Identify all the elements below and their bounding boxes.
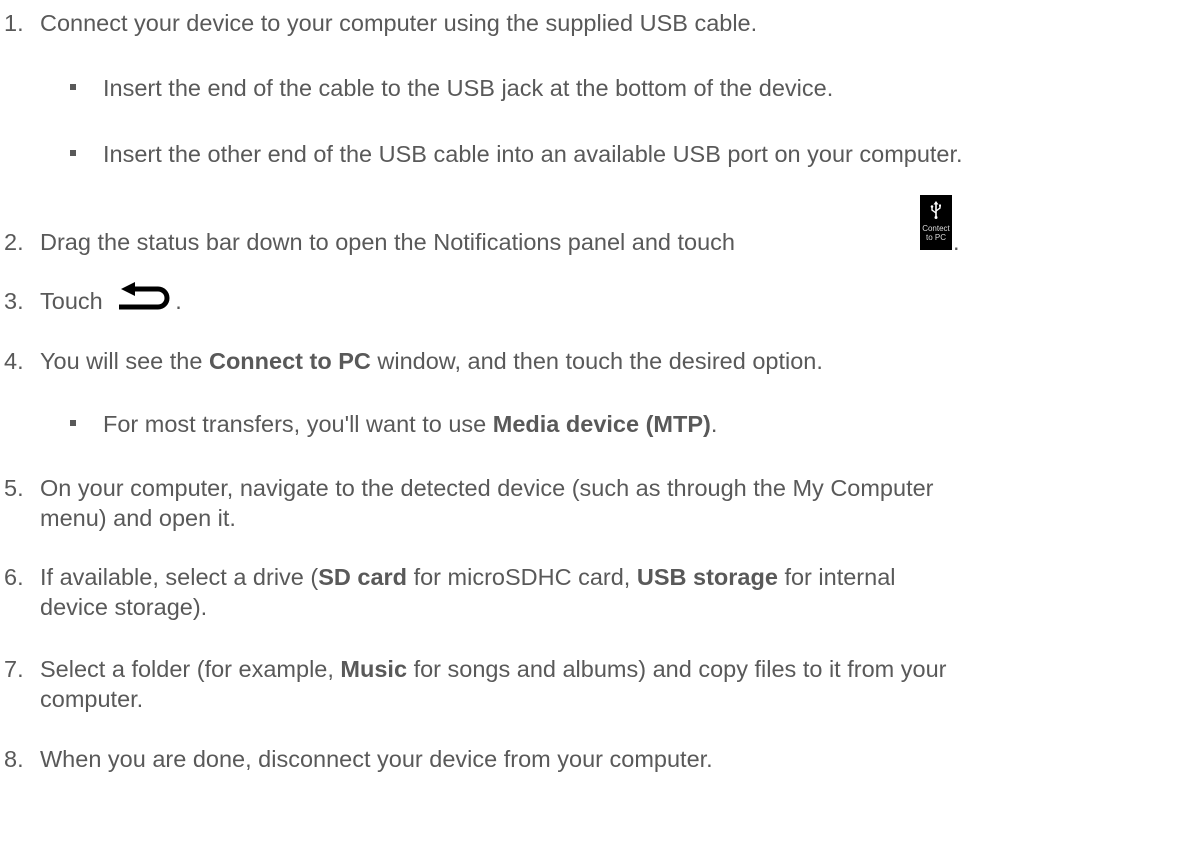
bullet-square-icon [70, 84, 76, 90]
step-text: Select a folder (for example, Music for … [40, 656, 947, 713]
step-number: 6. [4, 564, 24, 590]
step-text: Drag the status bar down to open the Not… [40, 229, 736, 255]
bold-term: Connect to PC [208, 348, 371, 374]
step-number: 5. [4, 475, 24, 501]
bullet-square-icon [70, 420, 76, 426]
bold-term: Music [340, 656, 408, 682]
step-text-end: . [953, 229, 960, 255]
step-number: 2. [4, 229, 24, 255]
sub-item-text: Insert the other end of the USB cable in… [103, 141, 963, 167]
bullet-square-icon [70, 150, 76, 156]
step-text: You will see the Connect to PC window, a… [40, 348, 823, 374]
step-text: If available, select a drive (SD card fo… [40, 564, 896, 621]
icon-label: Contect [922, 224, 950, 233]
usb-connect-to-pc-icon: Contect to PC [920, 195, 952, 250]
bold-term: USB storage [636, 564, 778, 590]
step-text: When you are done, disconnect your devic… [40, 746, 713, 772]
bold-term: Media device (MTP) [492, 411, 711, 437]
bold-term: SD card [318, 564, 408, 590]
step-number: 7. [4, 656, 24, 682]
step-number: 8. [4, 746, 24, 772]
icon-label: to PC [925, 233, 946, 242]
step-number: 1. [4, 10, 24, 36]
step-text: Connect your device to your computer usi… [40, 10, 758, 36]
back-icon [119, 281, 170, 310]
sub-item-text: For most transfers, you'll want to use M… [103, 411, 718, 437]
instruction-document: 1. Connect your device to your computer … [0, 0, 1198, 853]
usb-symbol-icon [930, 201, 941, 219]
step-number: 3. [4, 288, 24, 314]
step-text: On your computer, navigate to the detect… [40, 475, 934, 532]
step-number: 4. [4, 348, 24, 374]
sub-item-text: Insert the end of the cable to the USB j… [103, 75, 834, 101]
step-text: Touch . [40, 281, 1190, 316]
